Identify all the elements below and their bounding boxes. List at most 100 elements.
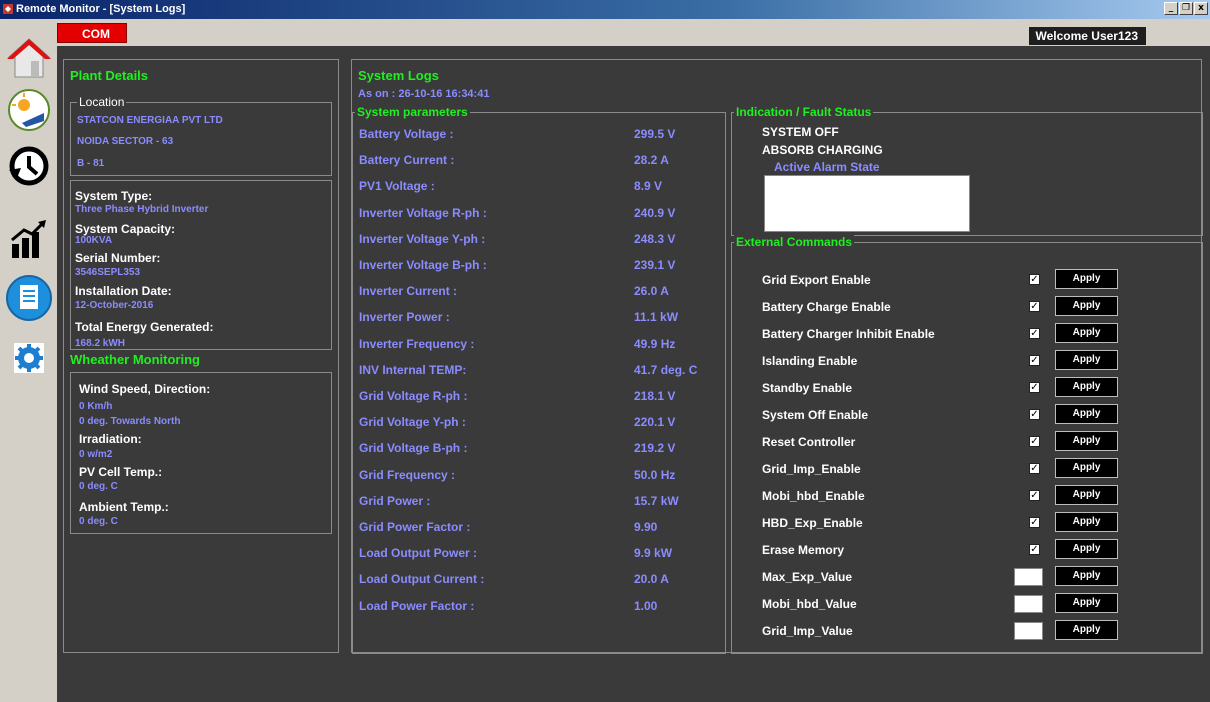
parameter-value: 11.1 kW [634,310,679,325]
command-label: Max_Exp_Value [762,570,853,584]
command-label: Battery Charge Enable [762,300,891,314]
apply-button[interactable]: Apply [1055,620,1118,640]
restore-button[interactable]: ❐ [1179,2,1193,15]
command-checkbox[interactable]: ✓ [1029,382,1040,393]
system-parameters-legend: System parameters [355,105,470,119]
document-icon [6,275,52,321]
command-label: Grid Export Enable [762,273,871,287]
command-value-input[interactable] [1014,595,1043,613]
parameter-label: Inverter Frequency : [359,336,475,351]
parameter-label: Battery Current : [359,153,455,168]
command-row: Mobi_hbd_Enable ✓ Apply [732,485,1202,507]
welcome-label: Welcome User123 [1029,27,1146,45]
as-on-timestamp: As on : 26-10-16 16:34:41 [358,88,490,100]
apply-button[interactable]: Apply [1055,485,1118,505]
apply-button[interactable]: Apply [1055,323,1118,343]
parameter-value: 26.0 A [634,284,669,299]
apply-button[interactable]: Apply [1055,404,1118,424]
command-row: Standby Enable ✓ Apply [732,377,1202,399]
apply-button[interactable]: Apply [1055,296,1118,316]
command-checkbox[interactable]: ✓ [1029,463,1040,474]
status-absorb-charging: ABSORB CHARGING [762,143,883,157]
command-value-input[interactable] [1014,568,1043,586]
active-alarm-list[interactable] [764,175,970,232]
system-capacity-value: 100KVA [75,235,113,246]
sidebar-item-history[interactable] [6,143,52,189]
parameter-row: Grid Frequency : 50.0 Hz [353,468,723,488]
command-label: System Off Enable [762,408,869,422]
plant-details-title: Plant Details [70,68,149,83]
parameter-value: 240.9 V [634,205,676,220]
system-capacity-label: System Capacity: [75,222,176,236]
parameter-label: Grid Voltage B-ph : [359,441,468,456]
serial-number-value: 3546SEPL353 [75,267,141,278]
parameter-label: Grid Voltage R-ph : [359,389,468,403]
parameter-value: 49.9 Hz [634,336,676,351]
command-label: Mobi_hbd_Enable [762,489,865,503]
command-label: Battery Charger Inhibit Enable [762,327,935,341]
command-checkbox[interactable]: ✓ [1029,274,1040,285]
parameter-label: Load Power Factor : [359,598,475,613]
sidebar-item-logs[interactable] [6,275,52,321]
command-checkbox[interactable]: ✓ [1029,409,1040,420]
apply-button[interactable]: Apply [1055,350,1118,370]
apply-button[interactable]: Apply [1055,458,1118,478]
sidebar-item-reports[interactable] [6,217,52,263]
apply-button[interactable]: Apply [1055,269,1118,289]
command-checkbox[interactable]: ✓ [1029,328,1040,339]
apply-button[interactable]: Apply [1055,539,1118,559]
command-checkbox[interactable]: ✓ [1029,355,1040,366]
top-strip: COM Welcome User123 [57,22,1210,45]
parameter-label: Load Output Current : [359,572,485,587]
command-checkbox[interactable]: ✓ [1029,517,1040,528]
parameter-label: PV1 Voltage : [359,179,435,194]
command-label: Standby Enable [762,381,853,395]
weather-group: Wind Speed, Direction: 0 Km/h 0 deg. Tow… [70,372,332,534]
parameter-row: Battery Current : 28.2 A [353,153,723,173]
parameter-row: Load Power Factor : 1.00 [353,599,723,619]
sidebar-item-settings[interactable] [6,335,52,381]
apply-button[interactable]: Apply [1055,377,1118,397]
title-bar: Remote Monitor - [System Logs] _ ❐ x [0,0,1210,19]
command-checkbox[interactable]: ✓ [1029,490,1040,501]
apply-button[interactable]: Apply [1055,431,1118,451]
pv-temp-label: PV Cell Temp.: [79,465,163,479]
location-line-1: STATCON ENERGIAA PVT LTD [77,115,223,126]
command-row: Battery Charger Inhibit Enable ✓ Apply [732,323,1202,345]
command-row: Mobi_hbd_Value Apply [732,593,1202,615]
parameter-row: Battery Voltage : 299.5 V [353,127,723,147]
command-row: Islanding Enable ✓ Apply [732,350,1202,372]
active-alarm-label: Active Alarm State [774,160,880,174]
chart-icon [11,220,46,258]
command-checkbox[interactable]: ✓ [1029,544,1040,555]
irradiation-label: Irradiation: [79,432,142,446]
command-checkbox[interactable]: ✓ [1029,436,1040,447]
minimize-button[interactable]: _ [1164,2,1178,15]
parameter-row: Inverter Power : 11.1 kW [353,310,723,330]
apply-button[interactable]: Apply [1055,566,1118,586]
parameter-label: Inverter Power : [359,310,450,325]
external-commands-legend: External Commands [734,235,855,249]
close-button[interactable]: x [1194,2,1208,15]
sidebar-item-solar[interactable] [6,87,52,133]
indication-group: Indication / Fault Status SYSTEM OFF ABS… [731,105,1203,236]
command-label: HBD_Exp_Enable [762,516,863,530]
parameter-label: INV Internal TEMP: [359,362,467,377]
com-port-badge[interactable]: COM [57,23,127,43]
app-window: Remote Monitor - [System Logs] _ ❐ x COM… [0,0,1210,702]
parameter-row: Inverter Voltage R-ph : 240.9 V [353,206,723,226]
command-checkbox[interactable]: ✓ [1029,301,1040,312]
ambient-temp-label: Ambient Temp.: [79,500,169,514]
parameter-value: 219.2 V [634,441,676,456]
command-label: Reset Controller [762,435,856,449]
parameter-row: Load Output Power : 9.9 kW [353,546,723,566]
parameter-label: Grid Power Factor : [359,520,471,534]
apply-button[interactable]: Apply [1055,593,1118,613]
apply-button[interactable]: Apply [1055,512,1118,532]
sidebar-item-home[interactable] [6,35,52,81]
system-type-value: Three Phase Hybrid Inverter [75,204,209,215]
wind-speed-value: 0 Km/h [79,401,113,412]
command-value-input[interactable] [1014,622,1043,640]
parameter-row: Inverter Voltage B-ph : 239.1 V [353,258,723,278]
location-legend: Location [77,95,127,109]
